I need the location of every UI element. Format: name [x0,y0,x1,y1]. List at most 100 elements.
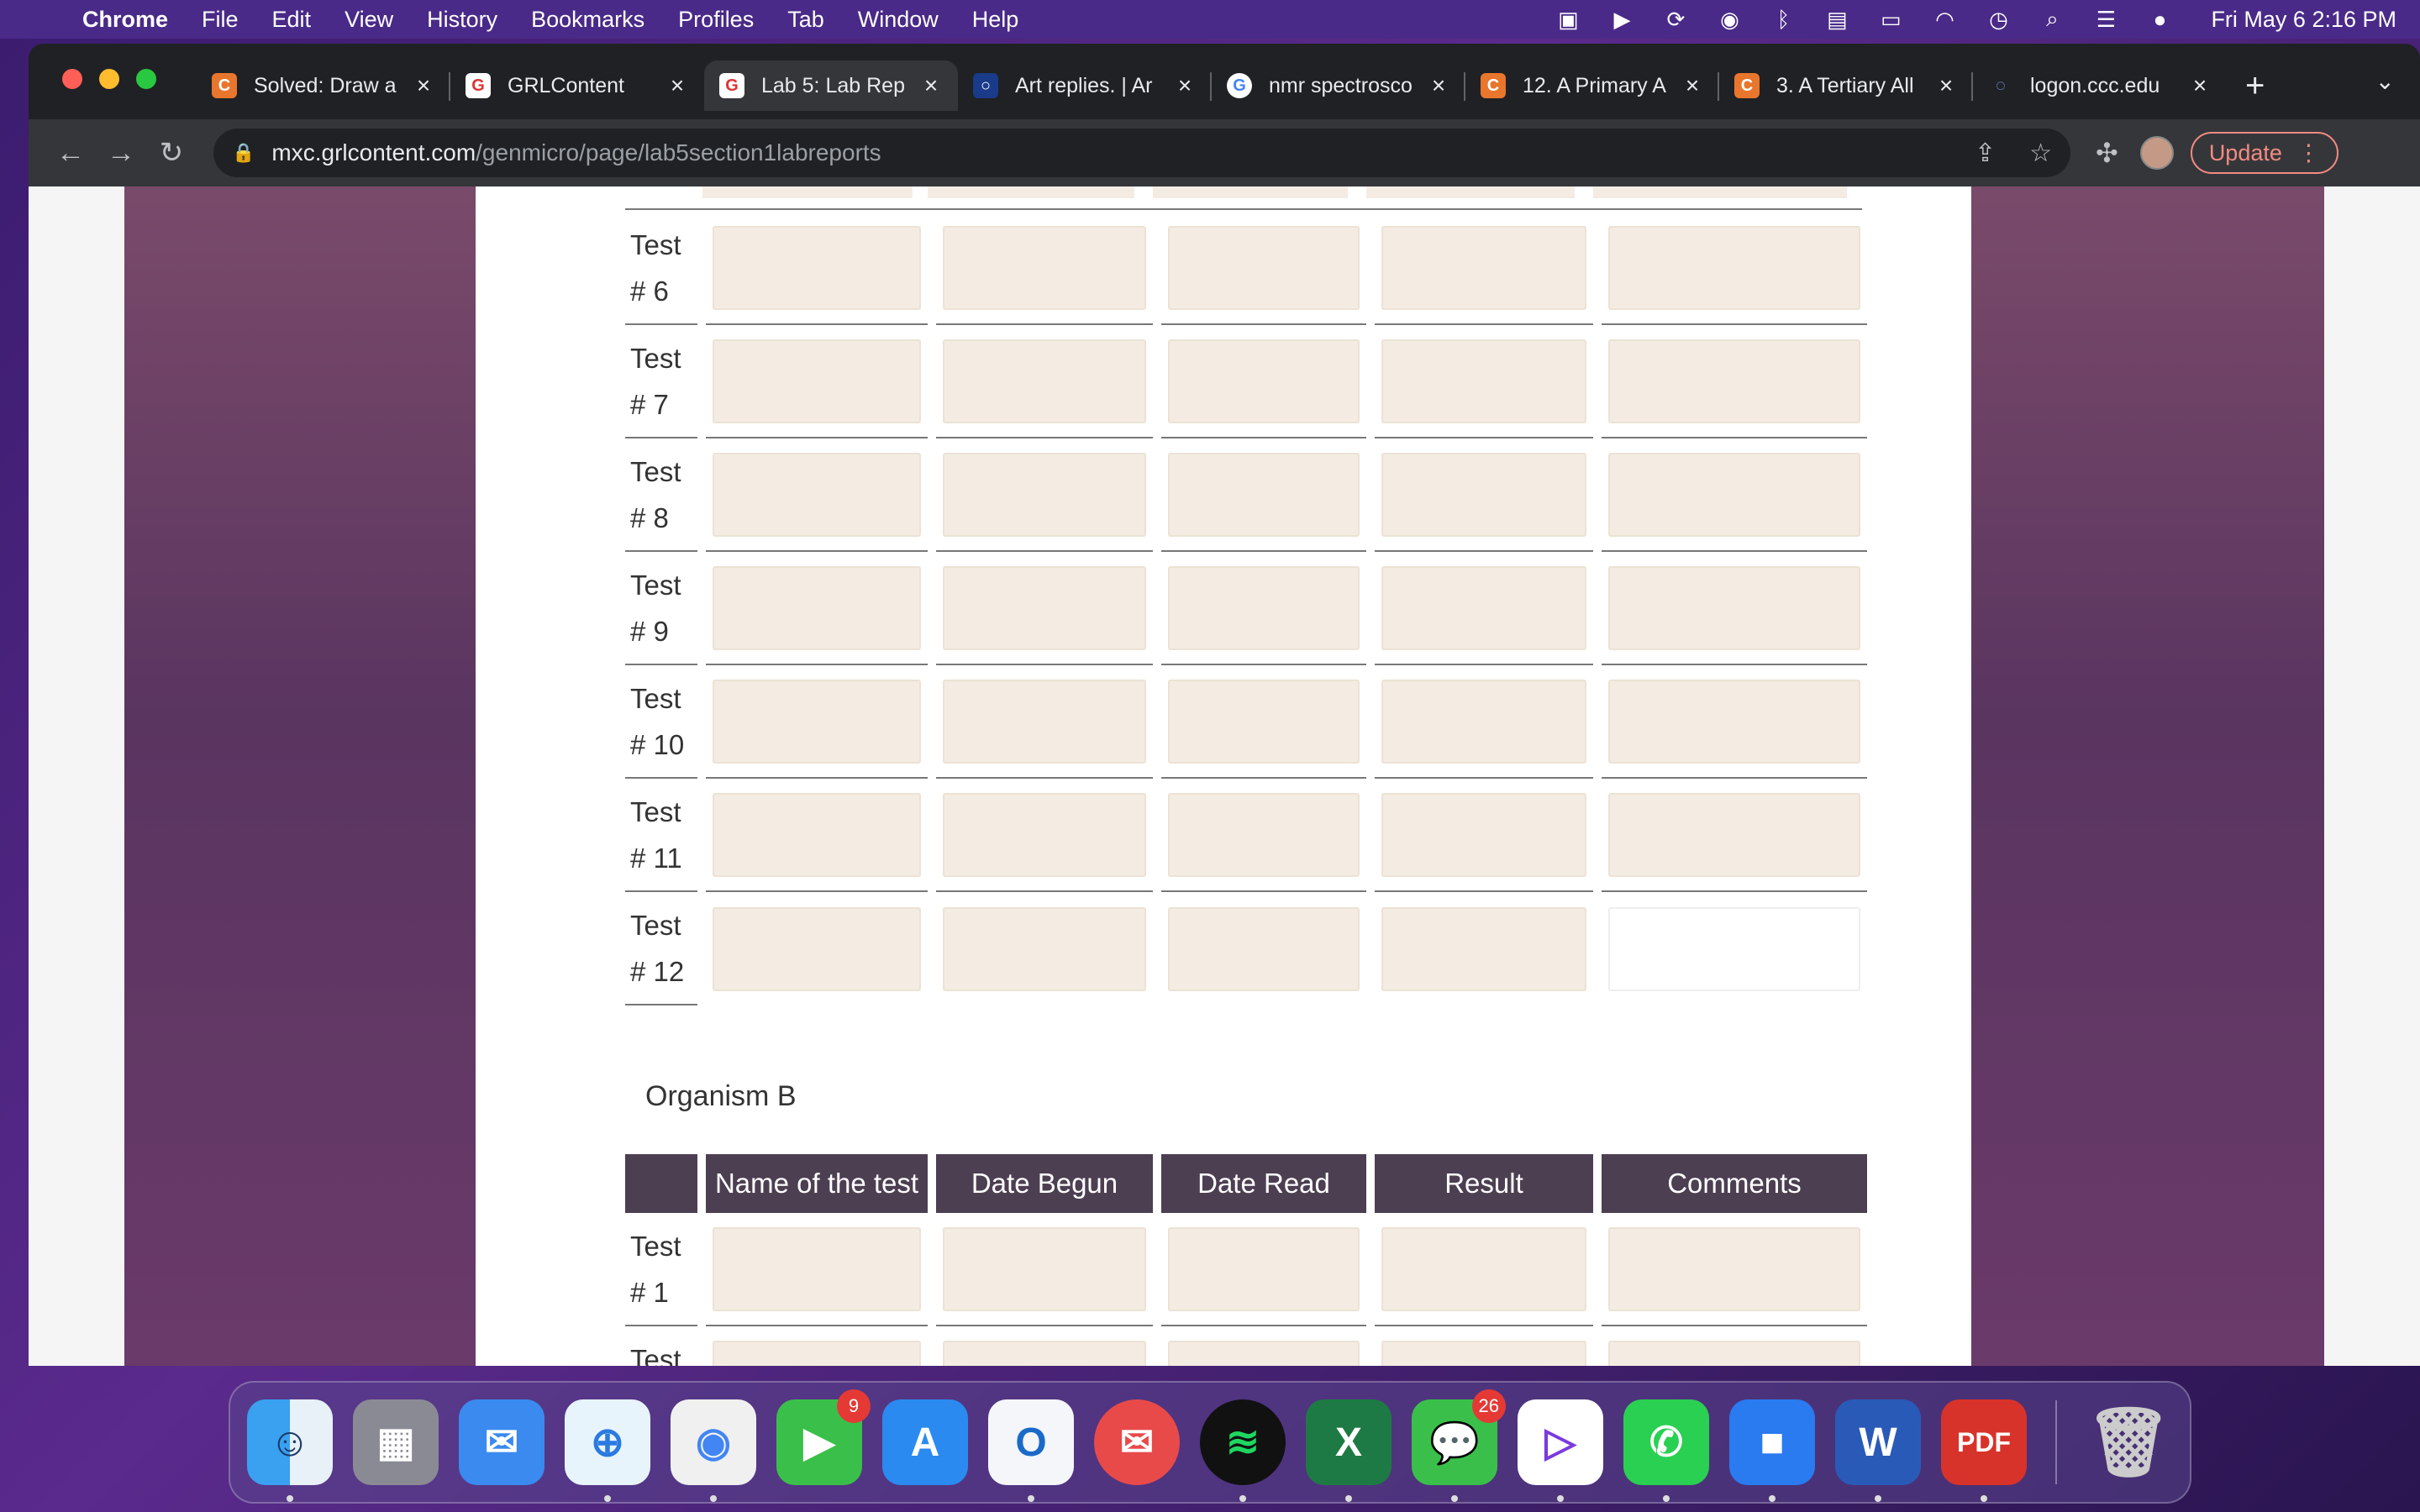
tab-lab5-active[interactable]: G Lab 5: Lab Rep × [704,60,958,111]
zoom-status-icon[interactable]: ▣ [1554,7,1582,32]
tab-close-icon[interactable]: × [666,72,689,99]
menu-bookmarks[interactable]: Bookmarks [531,7,644,33]
date-read-input[interactable] [1168,906,1360,991]
siri-icon[interactable]: ● [2145,7,2174,32]
tab-close-icon[interactable]: × [2188,72,2212,99]
tab-grlcontent[interactable]: G GRLContent × [450,60,704,111]
whatsapp-icon[interactable]: ✆ [1623,1399,1709,1502]
tab-primary[interactable]: C 12. A Primary A × [1465,60,1719,111]
date-read-input[interactable] [1168,1340,1360,1366]
profile-avatar[interactable] [2139,136,2174,170]
close-window-button[interactable] [62,69,82,89]
airmail-icon[interactable]: ✉ [1094,1399,1180,1485]
result-input[interactable] [1381,906,1586,991]
chrome-icon[interactable]: ◉ [671,1399,756,1502]
outlook-icon[interactable]: O [988,1399,1074,1502]
spotlight-search-icon[interactable]: ⌕ [2038,6,2066,32]
tab-search-chevron-icon[interactable]: ⌄ [2375,67,2395,95]
tab-close-icon[interactable]: × [919,72,943,99]
finder-icon[interactable]: ☺ [247,1399,333,1502]
menu-app-name[interactable]: Chrome [82,7,168,33]
excel-icon[interactable]: X [1306,1399,1392,1502]
comments-input[interactable] [1608,1340,1860,1366]
menu-history[interactable]: History [427,7,497,33]
tab-close-icon[interactable]: × [1173,72,1197,99]
date-begun-input[interactable] [943,565,1146,650]
tab-close-icon[interactable]: × [1681,72,1704,99]
name-of-test-input[interactable] [713,225,921,310]
result-input[interactable] [1381,1340,1586,1366]
media-status-icon[interactable]: ◉ [1715,7,1744,32]
flag-input-icon[interactable]: ▤ [1823,7,1851,32]
word-icon[interactable]: W [1835,1399,1921,1502]
tab-art-replies[interactable]: ○ Art replies. | Ar × [958,60,1212,111]
tab-nmr[interactable]: G nmr spectrosco × [1212,60,1465,111]
sync-status-icon[interactable]: ⟳ [1661,7,1690,32]
tab-solved[interactable]: C Solved: Draw a × [197,60,450,111]
result-input[interactable] [1381,225,1586,310]
menu-edit[interactable]: Edit [272,7,312,33]
result-input[interactable] [1381,1226,1586,1311]
comments-input[interactable] [1608,792,1860,877]
tab-tertiary[interactable]: C 3. A Tertiary All × [1719,60,1973,111]
mail-icon[interactable]: ✉ [459,1399,544,1485]
facetime-icon[interactable]: ▶ 9 [776,1389,871,1485]
maximize-window-button[interactable] [136,69,156,89]
menu-window[interactable]: Window [858,7,939,33]
date-begun-input[interactable] [943,906,1146,991]
date-read-input[interactable] [1168,792,1360,877]
date-read-input[interactable] [1168,565,1360,650]
minimize-window-button[interactable] [99,69,119,89]
battery-icon[interactable]: ▭ [1876,7,1905,32]
time-machine-icon[interactable]: ◷ [1984,7,2012,32]
date-begun-input[interactable] [943,339,1146,423]
new-tab-icon[interactable]: + [2245,60,2265,111]
comments-input[interactable] [1608,339,1860,423]
name-of-test-input[interactable] [713,792,921,877]
menu-profiles[interactable]: Profiles [678,7,754,33]
result-input[interactable] [1381,339,1586,423]
menu-file[interactable]: File [202,7,239,33]
comments-input[interactable] [1608,452,1860,537]
tab-close-icon[interactable]: × [1427,72,1450,99]
address-bar[interactable]: 🔒 mxc.grlcontent.com/genmicro/page/lab5s… [213,129,2070,177]
date-read-input[interactable] [1168,225,1360,310]
reload-icon[interactable]: ↻ [146,136,197,170]
result-input[interactable] [1381,792,1586,877]
date-read-input[interactable] [1168,452,1360,537]
name-of-test-input[interactable] [713,906,921,991]
name-of-test-input[interactable] [713,1340,921,1366]
date-begun-input[interactable] [943,452,1146,537]
menu-view[interactable]: View [345,7,393,33]
date-begun-input[interactable] [943,1340,1146,1366]
name-of-test-input[interactable] [713,452,921,537]
back-arrow-icon[interactable]: ← [45,137,96,170]
date-read-input[interactable] [1168,679,1360,764]
comments-input[interactable] [1608,679,1860,764]
tab-logon[interactable]: ◌ logon.ccc.edu × [1973,60,2227,111]
share-icon[interactable]: ⇪ [1975,139,1996,168]
name-of-test-input[interactable] [713,565,921,650]
menu-clock[interactable]: Fri May 6 2:16 PM [2211,7,2396,33]
safari-icon[interactable]: ⊕ [565,1399,650,1502]
messages-icon[interactable]: 💬 26 [1412,1389,1506,1502]
comments-input[interactable] [1608,1226,1860,1311]
tab-close-icon[interactable]: × [412,72,435,99]
menu-tab[interactable]: Tab [787,7,824,33]
bluetooth-icon[interactable]: ᛒ [1769,7,1797,32]
extensions-puzzle-icon[interactable]: ✣ [2096,137,2118,169]
date-read-input[interactable] [1168,339,1360,423]
date-begun-input[interactable] [943,1226,1146,1311]
date-begun-input[interactable] [943,792,1146,877]
play-status-icon[interactable]: ▶ [1607,7,1636,32]
zoom-icon[interactable]: ■ [1729,1399,1815,1502]
comments-input[interactable] [1608,565,1860,650]
wifi-icon[interactable]: ◠ [1930,7,1959,32]
date-begun-input[interactable] [943,225,1146,310]
app-store-icon[interactable]: A [882,1399,968,1485]
launchpad-icon[interactable]: ▦ [353,1399,439,1485]
result-input[interactable] [1381,565,1586,650]
video-player-icon[interactable]: ▷ [1518,1399,1603,1502]
trash-icon[interactable]: 🗑 [2086,1399,2171,1485]
tab-close-icon[interactable]: × [1934,72,1958,99]
